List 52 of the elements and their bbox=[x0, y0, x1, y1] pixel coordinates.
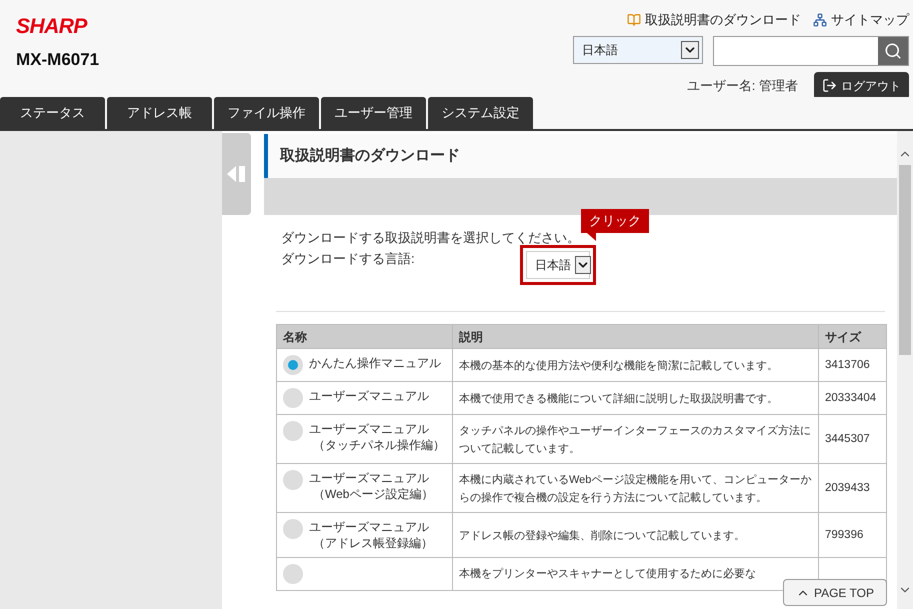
radio-button[interactable] bbox=[283, 355, 303, 375]
logout-button[interactable]: ログアウト bbox=[814, 72, 909, 100]
sitemap-icon bbox=[813, 12, 827, 27]
search-button[interactable] bbox=[878, 36, 908, 64]
description-text: アドレス帳の登録や編集、削除について記載しています。 bbox=[459, 530, 745, 542]
manual-name: ユーザーズマニュアル （アドレス帳登録編） bbox=[309, 519, 433, 551]
description-text: 本機に内蔵されているWebページ設定機能を用いて、コンピューターからの操作で複合機の設定を行う方法について記載しています。 bbox=[459, 474, 812, 504]
instruction-text: ダウンロードする取扱説明書を選択してください。 bbox=[281, 229, 581, 247]
radio-button[interactable] bbox=[283, 470, 303, 490]
size-value: 2039433 bbox=[825, 482, 870, 494]
description-text: 本機をプリンターやスキャナーとして使用するために必要な bbox=[459, 568, 756, 580]
search-field[interactable] bbox=[713, 36, 909, 66]
manual-name: ユーザーズマニュアル bbox=[309, 388, 429, 405]
nav-tab[interactable]: システム設定 bbox=[428, 97, 533, 129]
manual-name: ユーザーズマニュアル （タッチパネル操作編） bbox=[309, 421, 445, 453]
user-name-label: ユーザー名: 管理者 bbox=[686, 76, 798, 95]
language-label: ダウンロードする言語: bbox=[281, 250, 416, 268]
radio-button[interactable] bbox=[283, 421, 303, 441]
radio-button[interactable] bbox=[283, 519, 303, 539]
column-header: 名称 bbox=[276, 324, 452, 348]
manual-name: ユーザーズマニュアル （Webページ設定編） bbox=[309, 470, 434, 502]
header-link[interactable]: サイトマップ bbox=[813, 10, 909, 30]
description-text: 本機の基本的な使用方法や便利な機能を簡潔に記載しています。 bbox=[459, 360, 778, 372]
size-value: 20333404 bbox=[825, 392, 876, 404]
search-icon bbox=[884, 42, 902, 60]
nav-tab[interactable]: ファイル操作 bbox=[214, 97, 319, 129]
collapse-icon bbox=[226, 165, 246, 183]
radio-button[interactable] bbox=[283, 388, 303, 408]
manual-name: かんたん操作マニュアル bbox=[309, 355, 441, 372]
model-name: MX-M6071 bbox=[16, 49, 100, 71]
size-value: 799396 bbox=[825, 529, 864, 542]
book-icon bbox=[627, 12, 641, 27]
header-link[interactable]: 取扱説明書のダウンロード bbox=[627, 10, 801, 30]
radio-button[interactable] bbox=[283, 564, 303, 584]
language-select[interactable]: 日本語 bbox=[526, 251, 590, 279]
description-text: 本機で使用できる機能について詳細に説明した取扱説明書です。 bbox=[459, 393, 778, 405]
size-value: 3445307 bbox=[825, 433, 870, 446]
language-select[interactable]: 日本語 bbox=[573, 36, 703, 64]
column-header: 説明 bbox=[452, 324, 818, 348]
sidebar-toggle[interactable] bbox=[222, 133, 251, 215]
click-callout: クリック bbox=[581, 209, 649, 241]
brand-logo: SHARP bbox=[16, 16, 88, 37]
nav-tab[interactable]: ステータス bbox=[0, 97, 105, 129]
logout-icon bbox=[822, 78, 837, 93]
nav-tab[interactable]: ユーザー管理 bbox=[321, 97, 426, 129]
description-text: タッチパネルの操作やユーザーインターフェースのカスタマイズ方法について記載しています。 bbox=[459, 425, 811, 455]
page-title: 取扱説明書のダウンロード bbox=[280, 146, 460, 166]
scrollbar[interactable] bbox=[897, 131, 913, 609]
page-top-button[interactable]: PAGE TOP bbox=[782, 579, 887, 606]
size-value: 3413706 bbox=[825, 359, 870, 372]
column-header: サイズ bbox=[818, 324, 886, 348]
nav-tab[interactable]: アドレス帳 bbox=[107, 97, 212, 129]
